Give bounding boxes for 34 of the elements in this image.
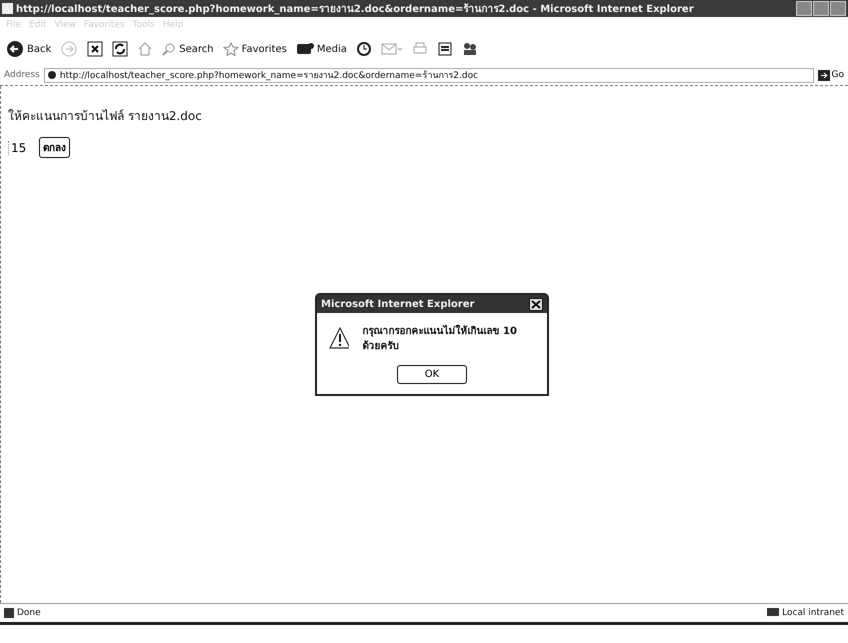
back-button[interactable]: Back xyxy=(6,40,52,58)
close-button[interactable] xyxy=(830,1,846,16)
favorites-button[interactable]: Favorites xyxy=(222,42,287,56)
maximize-button[interactable] xyxy=(813,1,829,16)
go-arrow-icon xyxy=(818,70,830,80)
page-icon xyxy=(4,608,14,618)
address-field[interactable]: http://localhost/teacher_score.php?homework_name=รายงาน2.doc&ordername=ร้านการ2.doc xyxy=(44,68,814,82)
page-heading: ให้คะแนนการบ้านไฟล์ รายงาน2.doc xyxy=(8,108,203,125)
people-icon[interactable] xyxy=(462,41,478,57)
home-icon[interactable] xyxy=(137,41,154,57)
zone-text: Local intranet xyxy=(782,608,844,618)
ok-button[interactable]: OK xyxy=(397,365,467,384)
stop-icon[interactable] xyxy=(87,41,104,57)
minimize-button[interactable] xyxy=(796,1,812,16)
clock-icon[interactable] xyxy=(356,41,372,57)
media-button[interactable]: Media xyxy=(296,42,347,56)
address-label: Address xyxy=(4,70,40,80)
mail-icon[interactable] xyxy=(380,42,403,56)
star-icon xyxy=(222,42,239,56)
dialog-title: Microsoft Internet Explorer xyxy=(321,298,474,310)
document-icon[interactable] xyxy=(436,41,453,57)
submit-button[interactable]: ตกลง xyxy=(39,137,70,158)
status-text: Done xyxy=(17,608,41,618)
media-icon xyxy=(296,42,314,56)
page-icon xyxy=(46,70,57,80)
dialog-message: กรุณากรอกคะแนนไม่ให้เกินเลข 10 ด้วยครับ xyxy=(362,324,518,353)
warning-icon xyxy=(329,327,349,349)
search-icon xyxy=(162,42,176,56)
go-button[interactable]: Go xyxy=(818,70,844,80)
network-icon xyxy=(767,608,780,618)
window-title: http://localhost/teacher_score.php?homework_name=รายงาน2.doc&ordername=ร้านการ2.doc - Microsoft Internet Explorer xyxy=(16,2,695,16)
close-icon[interactable] xyxy=(529,298,543,310)
search-button[interactable]: Search xyxy=(162,42,214,56)
refresh-icon[interactable] xyxy=(112,41,128,57)
